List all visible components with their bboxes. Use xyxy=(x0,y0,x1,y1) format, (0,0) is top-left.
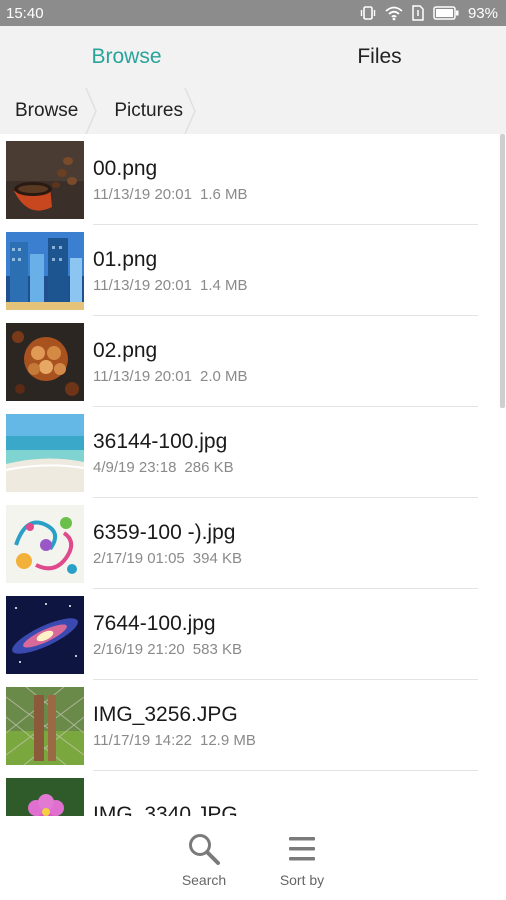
file-name: IMG_3256.JPG xyxy=(93,703,238,726)
chevron-right-icon xyxy=(184,88,196,134)
list-item[interactable]: IMG_3340.JPG xyxy=(0,771,506,816)
file-name: 7644-100.jpg xyxy=(93,612,216,635)
sim-icon xyxy=(412,5,424,21)
battery-icon xyxy=(433,6,459,20)
battery-level: 93% xyxy=(467,4,498,22)
file-size: 394 KB xyxy=(192,550,242,567)
image-thumbnail xyxy=(6,413,84,492)
tab-bar: Browse Files xyxy=(0,26,506,88)
file-size: 12.9 MB xyxy=(199,732,256,749)
file-name: 6359-100 -).jpg xyxy=(93,521,236,544)
scrollbar[interactable] xyxy=(500,134,505,408)
sort-by-label: Sort by xyxy=(279,872,325,888)
file-date: 4/9/19 23:18 xyxy=(93,459,177,476)
list-item[interactable]: 6359-100 -).jpg 2/17/19 01:05 394 KB xyxy=(0,498,506,589)
file-name: IMG_3340.JPG xyxy=(93,802,238,817)
vibrate-icon xyxy=(360,5,376,21)
file-size: 1.4 MB xyxy=(199,277,248,294)
search-button[interactable]: Search xyxy=(155,816,253,900)
file-name: 00.png xyxy=(93,157,158,180)
file-date: 2/16/19 21:20 xyxy=(93,641,185,658)
chevron-right-icon xyxy=(85,88,98,134)
list-item[interactable]: 02.png 11/13/19 20:01 2.0 MB xyxy=(0,316,506,407)
wifi-icon xyxy=(385,5,403,21)
status-time: 15:40 xyxy=(6,4,44,22)
file-date: 11/13/19 20:01 xyxy=(93,186,192,203)
search-icon xyxy=(187,832,221,866)
list-item[interactable]: 36144-100.jpg 4/9/19 23:18 286 KB xyxy=(0,407,506,498)
status-bar: 15:40 93% xyxy=(0,0,506,26)
image-thumbnail xyxy=(6,140,84,219)
sort-by-button[interactable]: Sort by xyxy=(253,816,351,900)
list-item[interactable]: 00.png 11/13/19 20:01 1.6 MB xyxy=(0,134,506,225)
list-item[interactable]: 7644-100.jpg 2/16/19 21:20 583 KB xyxy=(0,589,506,680)
file-date: 2/17/19 01:05 xyxy=(93,550,185,567)
file-date: 11/17/19 14:22 xyxy=(93,732,192,749)
image-thumbnail xyxy=(6,686,84,765)
file-date: 11/13/19 20:01 xyxy=(93,368,192,385)
breadcrumb: Browse Pictures xyxy=(0,88,506,134)
file-date: 11/13/19 20:01 xyxy=(93,277,192,294)
file-list[interactable]: 00.png 11/13/19 20:01 1.6 MB 01.png 11/13… xyxy=(0,134,506,816)
menu-icon xyxy=(287,832,317,866)
image-thumbnail xyxy=(6,777,84,816)
file-size: 583 KB xyxy=(192,641,242,658)
image-thumbnail xyxy=(6,595,84,674)
file-name: 01.png xyxy=(93,248,158,271)
status-icons: 93% xyxy=(360,5,498,22)
file-size: 1.6 MB xyxy=(199,186,248,203)
breadcrumb-item-browse[interactable]: Browse xyxy=(0,88,84,134)
bottom-toolbar: Search Sort by xyxy=(0,816,506,900)
file-name: 36144-100.jpg xyxy=(93,430,228,453)
file-size: 286 KB xyxy=(184,459,234,476)
list-item[interactable]: 01.png 11/13/19 20:01 1.4 MB xyxy=(0,225,506,316)
breadcrumb-item-pictures[interactable]: Pictures xyxy=(98,88,183,134)
file-size: 2.0 MB xyxy=(199,368,248,385)
list-item[interactable]: IMG_3256.JPG 11/17/19 14:22 12.9 MB xyxy=(0,680,506,771)
image-thumbnail xyxy=(6,231,84,310)
image-thumbnail xyxy=(6,322,84,401)
file-name: 02.png xyxy=(93,339,158,362)
tab-browse[interactable]: Browse xyxy=(0,26,253,88)
tab-files[interactable]: Files xyxy=(253,26,506,88)
image-thumbnail xyxy=(6,504,84,583)
search-label: Search xyxy=(181,872,227,888)
